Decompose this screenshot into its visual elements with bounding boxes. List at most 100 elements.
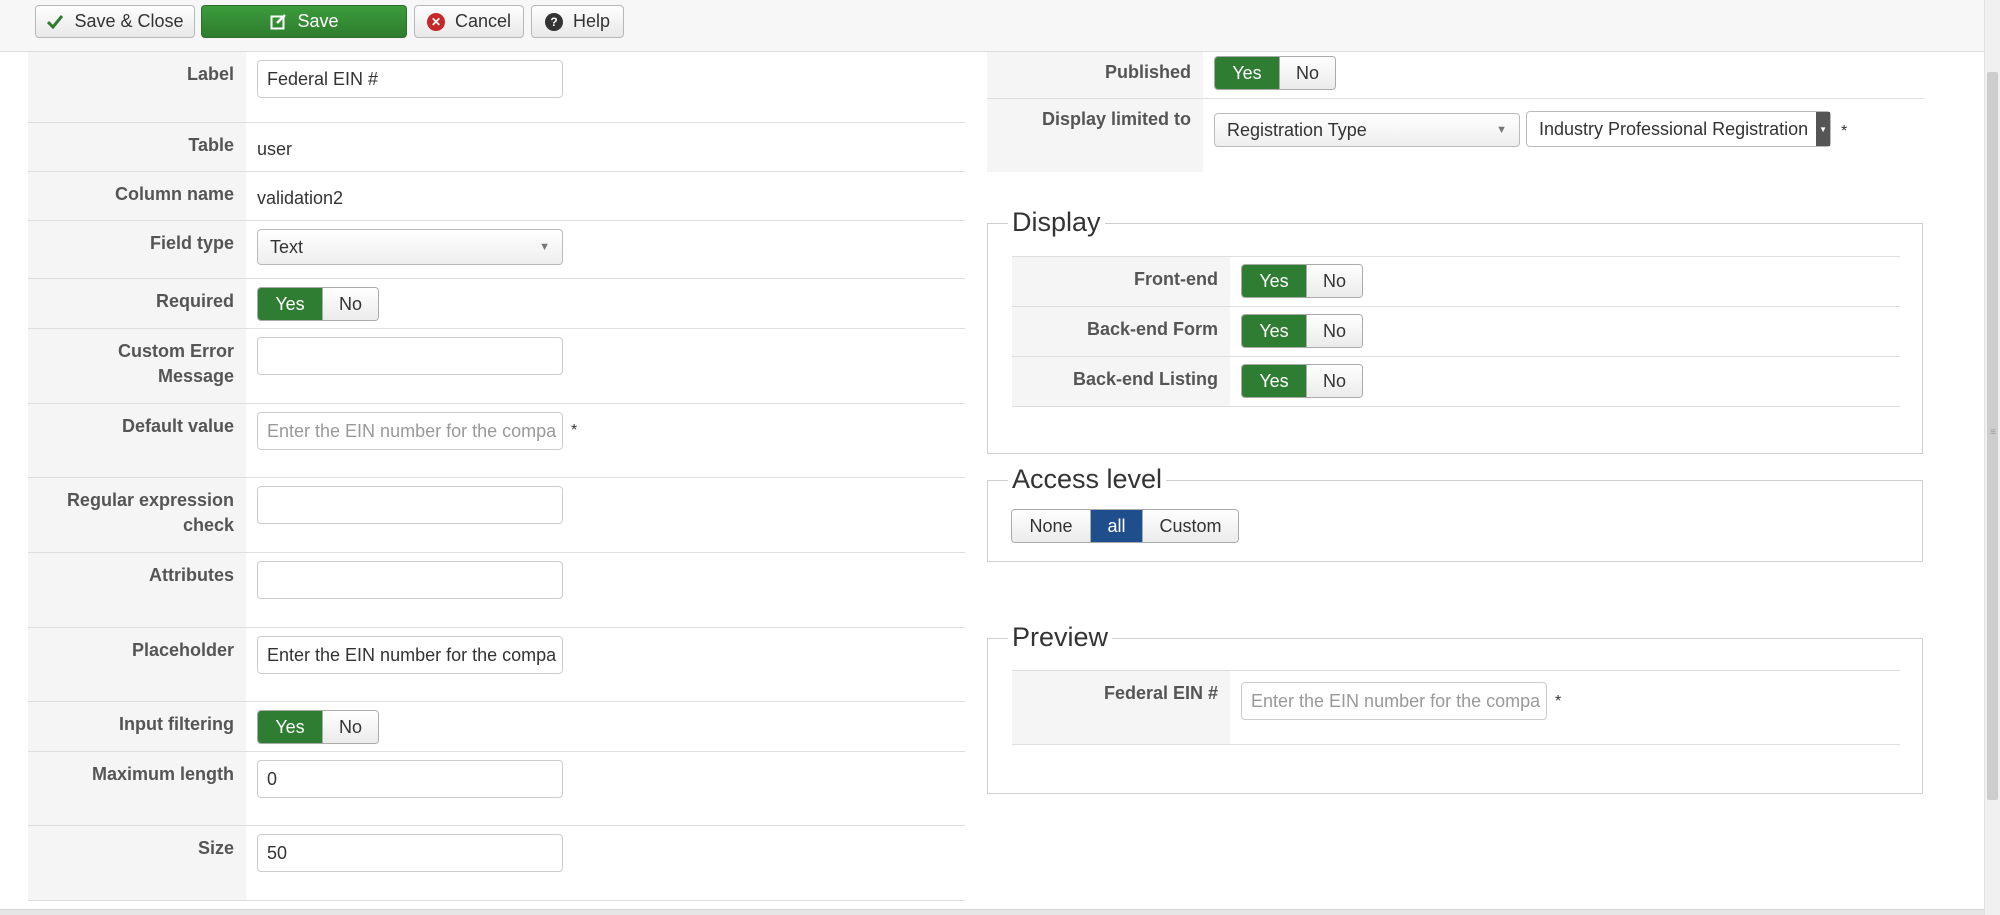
preview-legend: Preview (1008, 620, 1113, 654)
column-name-label: Column name (28, 172, 246, 220)
access-custom-button[interactable]: Custom (1142, 510, 1238, 542)
published-toggle: Yes No (1214, 56, 1336, 90)
front-end-yes-button[interactable]: Yes (1242, 265, 1306, 297)
max-length-label: Maximum length (28, 752, 246, 825)
chevron-down-icon: ▼ (1496, 124, 1507, 136)
grip-icon: ≡ (1990, 427, 1996, 438)
save-button[interactable]: Save (201, 5, 407, 38)
published-no-button[interactable]: No (1279, 57, 1335, 89)
registration-type-select[interactable]: Industry Professional Registration ▼ (1526, 111, 1831, 147)
help-circle-icon: ? (544, 12, 563, 31)
table-value: user (257, 139, 293, 159)
help-button[interactable]: ? Help (531, 5, 624, 38)
save-close-button[interactable]: Save & Close (35, 5, 195, 38)
row-column-name: Column name validation2 (28, 172, 965, 221)
backend-listing-yes-button[interactable]: Yes (1242, 365, 1306, 397)
custom-error-input[interactable] (257, 337, 563, 375)
chevron-down-icon: ▼ (1816, 112, 1830, 146)
regex-label-line2: check (182, 515, 234, 535)
size-input[interactable]: 50 (257, 834, 563, 872)
field-type-select[interactable]: Text ▼ (257, 229, 563, 265)
backend-form-no-button[interactable]: No (1306, 315, 1362, 347)
backend-form-toggle: Yes No (1241, 314, 1363, 348)
row-required: Required Yes No (28, 279, 965, 329)
row-max-length: Maximum length 0 (28, 752, 965, 826)
attributes-label: Attributes (28, 553, 246, 627)
default-value-label: Default value (28, 404, 246, 477)
preview-field-input[interactable]: Enter the EIN number for the compa (1241, 682, 1547, 720)
placeholder-input[interactable]: Enter the EIN number for the compa (257, 636, 563, 674)
display-legend: Display (1008, 205, 1105, 239)
required-mark: * (1841, 123, 1848, 140)
access-level-fieldset: Access level None all Custom (987, 462, 1923, 562)
front-end-label: Front-end (1012, 257, 1230, 306)
input-filtering-no-button[interactable]: No (322, 711, 378, 743)
regex-input[interactable] (257, 486, 563, 524)
regex-label: Regular expression check (28, 478, 246, 552)
table-label: Table (28, 123, 246, 171)
backend-form-yes-button[interactable]: Yes (1242, 315, 1306, 347)
toolbar: Save & Close Save ✕ Cancel ? Help (0, 0, 1984, 52)
custom-error-label-line2: Message (157, 366, 234, 386)
row-backend-form: Back-end Form Yes No (1012, 307, 1900, 357)
row-input-filtering: Input filtering Yes No (28, 702, 965, 752)
required-no-button[interactable]: No (322, 288, 378, 320)
registration-type-value: Industry Professional Registration (1539, 118, 1809, 139)
vertical-scrollbar[interactable]: ≡ (1984, 0, 2000, 915)
bottom-edge (0, 909, 1984, 915)
display-limited-select[interactable]: Registration Type ▼ (1214, 113, 1520, 147)
row-label: Label Federal EIN # (28, 52, 965, 123)
size-label: Size (28, 826, 246, 900)
required-mark: * (571, 422, 578, 439)
access-level-toggle: None all Custom (1011, 509, 1239, 543)
field-type-value: Text (270, 236, 304, 257)
input-filtering-yes-button[interactable]: Yes (258, 711, 322, 743)
front-end-no-button[interactable]: No (1306, 265, 1362, 297)
row-published: Published Yes No (987, 52, 1923, 99)
backend-listing-label: Back-end Listing (1012, 357, 1230, 406)
row-regex: Regular expression check (28, 478, 965, 553)
custom-error-label: Custom Error Message (28, 329, 246, 403)
preview-fieldset: Preview Federal EIN # Enter the EIN numb… (987, 620, 1923, 794)
field-type-label: Field type (28, 221, 246, 278)
custom-error-label-line1: Custom Error (117, 341, 234, 361)
row-custom-error: Custom Error Message (28, 329, 965, 404)
row-table: Table user (28, 123, 965, 172)
front-end-toggle: Yes No (1241, 264, 1363, 298)
default-value-input[interactable]: Enter the EIN number for the compa (257, 412, 563, 450)
required-toggle: Yes No (257, 287, 379, 321)
published-yes-button[interactable]: Yes (1215, 57, 1279, 89)
access-none-button[interactable]: None (1012, 510, 1090, 542)
help-label: Help (572, 11, 611, 31)
display-limited-label: Display limited to (987, 99, 1203, 172)
required-mark: * (1555, 693, 1562, 710)
column-name-value: validation2 (257, 188, 344, 208)
cancel-button[interactable]: ✕ Cancel (414, 5, 524, 38)
display-fieldset: Display Front-end Yes No Back-end Form Y… (987, 205, 1923, 454)
row-display-limited: Display limited to Registration Type ▼ I… (987, 99, 1923, 172)
placeholder-label: Placeholder (28, 628, 246, 701)
required-label: Required (28, 279, 246, 328)
cancel-label: Cancel (454, 11, 512, 31)
backend-listing-no-button[interactable]: No (1306, 365, 1362, 397)
input-filtering-label: Input filtering (28, 702, 246, 751)
edit-icon (269, 13, 287, 31)
check-icon (46, 13, 64, 31)
row-attributes: Attributes (28, 553, 965, 628)
cancel-circle-icon: ✕ (426, 12, 445, 31)
max-length-input[interactable]: 0 (257, 760, 563, 798)
row-preview-field: Federal EIN # Enter the EIN number for t… (1012, 671, 1900, 745)
backend-listing-toggle: Yes No (1241, 364, 1363, 398)
attributes-input[interactable] (257, 561, 563, 599)
access-level-legend: Access level (1008, 462, 1167, 496)
row-front-end: Front-end Yes No (1012, 257, 1900, 307)
label-input[interactable]: Federal EIN # (257, 60, 563, 98)
row-placeholder: Placeholder Enter the EIN number for the… (28, 628, 965, 702)
row-default-value: Default value Enter the EIN number for t… (28, 404, 965, 478)
label-label: Label (28, 52, 246, 122)
required-yes-button[interactable]: Yes (258, 288, 322, 320)
access-all-button[interactable]: all (1090, 510, 1142, 542)
input-filtering-toggle: Yes No (257, 710, 379, 744)
publish-settings: Published Yes No Display limited to Regi… (987, 52, 1923, 172)
backend-form-label: Back-end Form (1012, 307, 1230, 356)
